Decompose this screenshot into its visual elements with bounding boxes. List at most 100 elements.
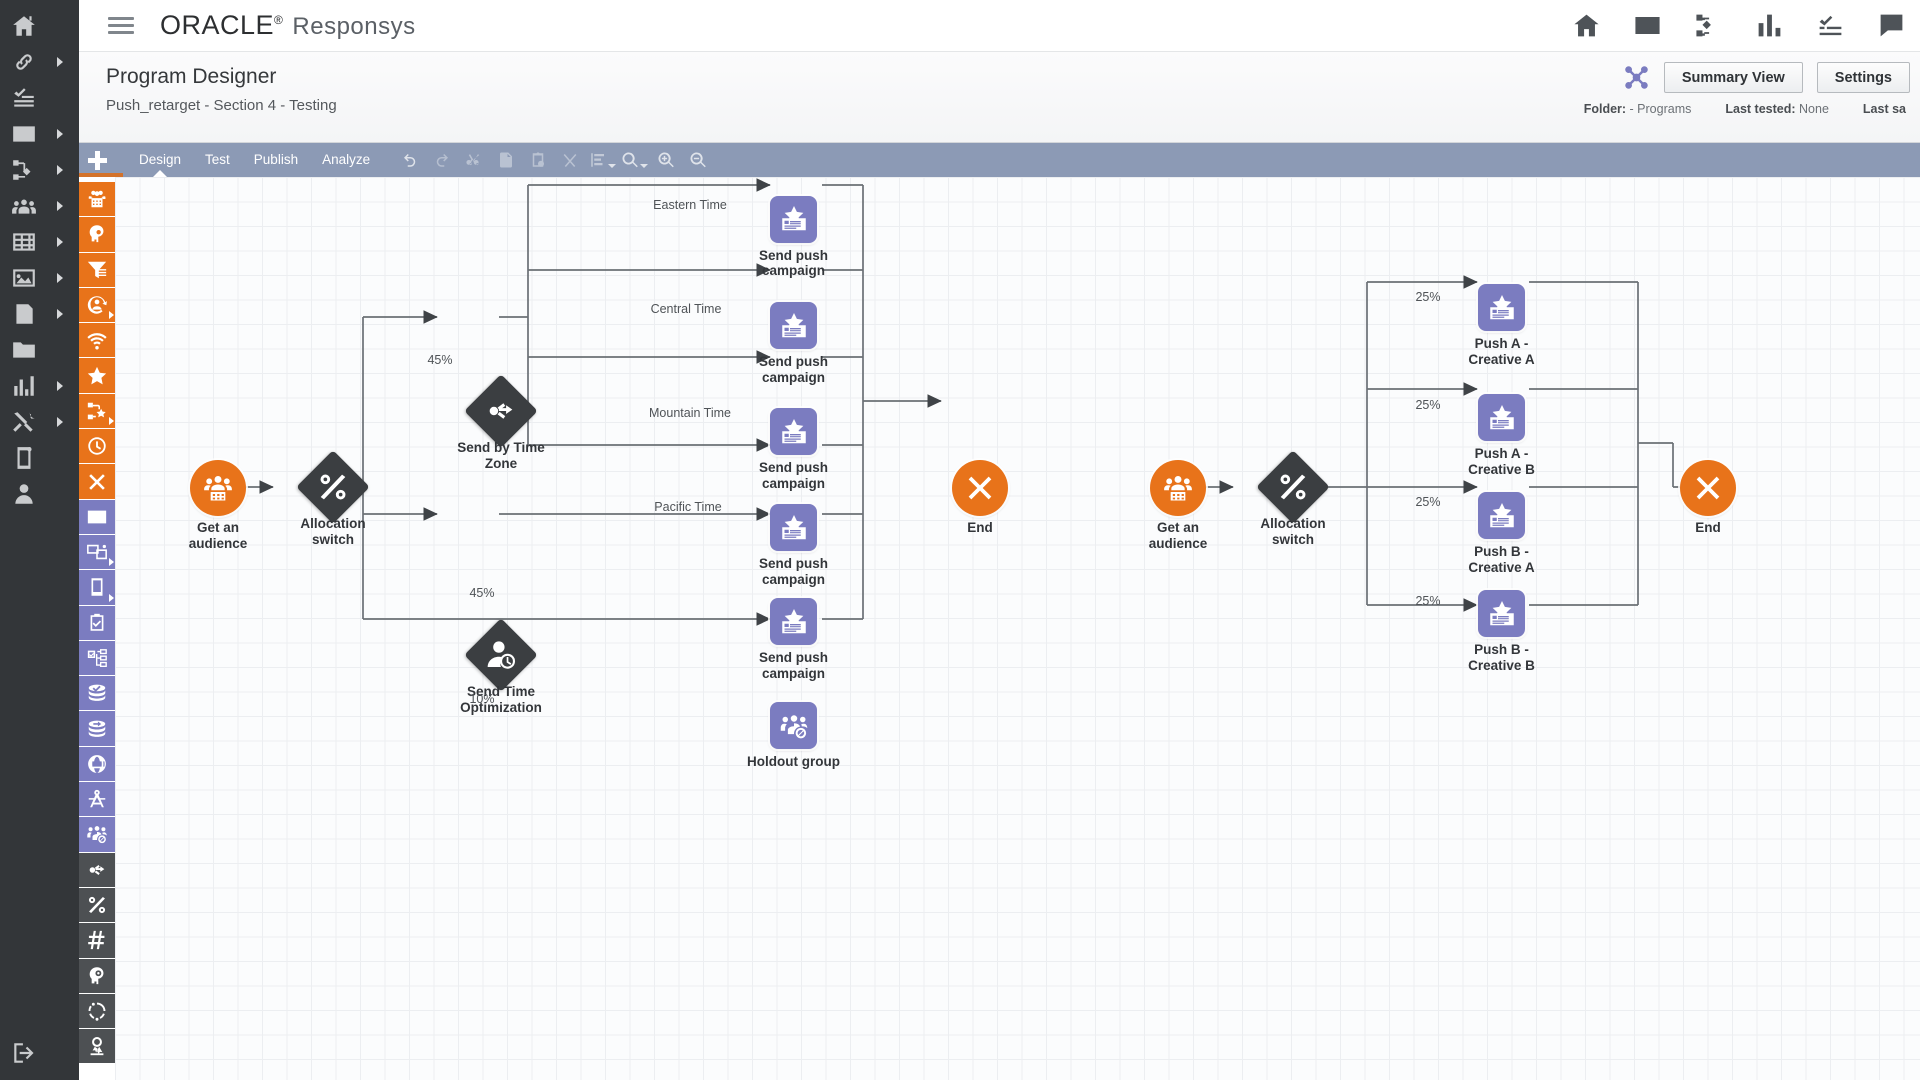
zoom-fit-icon[interactable] xyxy=(618,143,650,177)
flow-node-pb_ca[interactable]: Push B - Creative A xyxy=(1468,492,1535,575)
chevron-right-icon[interactable] xyxy=(57,237,63,247)
flow-node-aud2[interactable]: Get an audience xyxy=(1149,460,1207,551)
node-square[interactable] xyxy=(770,302,817,349)
undo-icon[interactable] xyxy=(394,143,426,177)
zoom-in-icon[interactable] xyxy=(650,143,682,177)
palette-item-globe-icon[interactable] xyxy=(79,746,115,783)
flow-node-end1[interactable]: End xyxy=(952,460,1008,535)
home-icon[interactable] xyxy=(1572,11,1601,40)
node-square[interactable] xyxy=(1478,492,1525,539)
node-square[interactable] xyxy=(770,408,817,455)
palette-item-audience-calendar-icon[interactable] xyxy=(79,182,115,218)
program-canvas[interactable]: Get an audience Allocation switch Send by Ti… xyxy=(115,177,1920,1080)
node-square[interactable] xyxy=(770,504,817,551)
rail-item-home-icon[interactable] xyxy=(0,8,79,44)
flow-node-stz[interactable]: Send by Time Zone xyxy=(457,374,545,471)
palette-item-hash-icon[interactable] xyxy=(79,923,115,959)
palette-item-compass-icon[interactable] xyxy=(79,782,115,818)
flow-node-pa_ca[interactable]: Push A - Creative A xyxy=(1468,284,1535,367)
chevron-right-icon[interactable] xyxy=(109,593,114,602)
rail-item-document-icon[interactable] xyxy=(0,296,79,332)
flow-node-pa_cb[interactable]: Push A - Creative B xyxy=(1468,394,1535,477)
node-circle[interactable] xyxy=(190,460,246,516)
flow-node-hold[interactable]: Holdout group xyxy=(747,702,840,769)
chevron-right-icon[interactable] xyxy=(57,273,63,283)
palette-item-clipboard-check-icon[interactable] xyxy=(79,605,115,641)
program-icon[interactable] xyxy=(1694,11,1723,40)
copy-icon[interactable] xyxy=(490,143,522,177)
node-square[interactable] xyxy=(1478,590,1525,637)
flow-node-aud1[interactable]: Get an audience xyxy=(189,460,247,551)
rail-item-mail-icon[interactable] xyxy=(0,116,79,152)
palette-item-wifi-icon[interactable] xyxy=(79,323,115,359)
palette-item-checkbox-tree-icon[interactable] xyxy=(79,640,115,677)
node-square[interactable] xyxy=(770,702,817,749)
chevron-right-icon[interactable] xyxy=(109,558,114,567)
delete-icon[interactable] xyxy=(554,143,586,177)
flow-node-sto[interactable]: Send Time Optimization xyxy=(460,618,542,715)
flow-node-push1[interactable]: Send push campaign xyxy=(759,195,828,278)
rail-item-tools-icon[interactable] xyxy=(0,404,79,440)
palette-item-db-arrow-icon[interactable] xyxy=(79,711,115,747)
chevron-right-icon[interactable] xyxy=(57,309,63,319)
palette-item-star-icon[interactable] xyxy=(79,358,115,394)
rail-item-image-icon[interactable] xyxy=(0,260,79,296)
rail-item-logout-icon[interactable] xyxy=(11,1040,37,1066)
palette-item-switch-split-icon[interactable] xyxy=(79,852,115,888)
chevron-right-icon[interactable] xyxy=(109,417,114,426)
rail-item-table-icon[interactable] xyxy=(0,224,79,260)
chevron-right-icon[interactable] xyxy=(57,165,63,175)
node-diamond[interactable] xyxy=(464,374,538,448)
palette-item-percent-icon[interactable] xyxy=(79,887,115,924)
node-circle[interactable] xyxy=(952,460,1008,516)
chevron-right-icon[interactable] xyxy=(57,57,63,67)
node-diamond[interactable] xyxy=(296,450,370,524)
share-nodes-icon[interactable] xyxy=(1623,64,1650,91)
palette-item-flow-star-icon[interactable] xyxy=(79,393,115,430)
cut-icon[interactable] xyxy=(458,143,490,177)
palette-item-award-icon[interactable] xyxy=(79,1029,115,1065)
rail-item-tasks-icon[interactable] xyxy=(0,80,79,116)
palette-item-db-check-icon[interactable] xyxy=(79,676,115,712)
chevron-right-icon[interactable] xyxy=(57,417,63,427)
palette-item-brain-gear-icon[interactable] xyxy=(79,958,115,994)
node-diamond[interactable] xyxy=(1256,450,1330,524)
toolbar-tab-test[interactable]: Test xyxy=(193,143,242,177)
zoom-out-icon[interactable] xyxy=(682,143,714,177)
palette-item-filter-icon[interactable] xyxy=(79,252,115,288)
flow-node-pb_cb[interactable]: Push B - Creative B xyxy=(1468,590,1535,673)
palette-item-ai-brain-icon[interactable] xyxy=(79,217,115,253)
hamburger-icon[interactable] xyxy=(108,13,134,38)
align-icon[interactable] xyxy=(586,143,618,177)
analytics-icon[interactable] xyxy=(1755,11,1784,40)
node-circle[interactable] xyxy=(1150,460,1206,516)
rail-item-folder-icon[interactable] xyxy=(0,332,79,368)
palette-item-mobile-icon[interactable] xyxy=(79,570,115,606)
paste-icon[interactable] xyxy=(522,143,554,177)
toolbar-tab-analyze[interactable]: Analyze xyxy=(310,143,382,177)
flow-node-alloc1[interactable]: Allocation switch xyxy=(296,450,370,547)
flow-node-push4[interactable]: Send push campaign xyxy=(759,504,828,587)
redo-icon[interactable] xyxy=(426,143,458,177)
add-node-button[interactable] xyxy=(79,143,115,177)
rail-item-mobile-icon[interactable] xyxy=(0,440,79,476)
palette-item-holdout-group-icon[interactable] xyxy=(79,817,115,853)
node-square[interactable] xyxy=(1478,394,1525,441)
rail-item-chart-icon[interactable] xyxy=(0,368,79,404)
summary-view-button[interactable]: Summary View xyxy=(1663,62,1803,93)
chevron-right-icon[interactable] xyxy=(57,129,63,139)
rail-item-link-icon[interactable] xyxy=(0,44,79,80)
flow-node-push2[interactable]: Send push campaign xyxy=(759,302,828,385)
flow-node-alloc2[interactable]: Allocation switch xyxy=(1256,450,1330,547)
palette-item-envelope-icon[interactable] xyxy=(79,499,115,535)
palette-item-dashed-circle-icon[interactable] xyxy=(79,993,115,1030)
node-circle[interactable] xyxy=(1680,460,1736,516)
flow-node-end2[interactable]: End xyxy=(1680,460,1736,535)
feedback-icon[interactable] xyxy=(1877,11,1906,40)
palette-item-windows-icon[interactable] xyxy=(79,534,115,571)
flow-node-push3[interactable]: Send push campaign xyxy=(759,408,828,491)
toolbar-tab-publish[interactable]: Publish xyxy=(242,143,310,177)
node-diamond[interactable] xyxy=(464,618,538,692)
chevron-right-icon[interactable] xyxy=(57,201,63,211)
tasks-icon[interactable] xyxy=(1816,11,1845,40)
